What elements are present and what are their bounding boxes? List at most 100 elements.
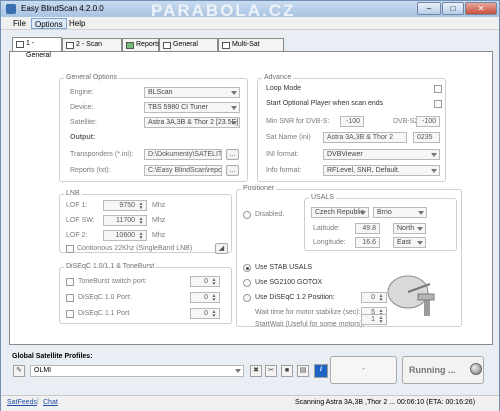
lof2-stepper[interactable]: 10600 ▲ ▼ (103, 230, 147, 241)
sat-name-input[interactable]: Astra 3A,3B & Thor 2 (323, 132, 407, 143)
chevron-down-icon (431, 153, 437, 157)
continuous-22khz-label: Contionous 22Khz (SingleBand LNB) (77, 245, 193, 252)
browse-transponders-button[interactable]: ... (226, 149, 239, 160)
continuous-22khz-checkbox[interactable] (66, 245, 74, 253)
report-icon (163, 42, 171, 49)
satellite-label: Satellite: (70, 119, 97, 126)
bottom-bar: Global Satellite Profiles: ✎ OLMI ✖ ✂ ■ … (1, 350, 499, 395)
lnb-settings-button[interactable]: ◢ (215, 243, 228, 254)
country-select[interactable]: Czech Republic (311, 207, 369, 218)
lof1-stepper[interactable]: 9750 ▲ ▼ (103, 200, 147, 211)
use-stab-radio[interactable] (243, 264, 251, 272)
info-button[interactable]: i (314, 364, 328, 378)
chat-link[interactable]: Chat (43, 399, 58, 406)
toneburst-stepper[interactable]: 0 ▲ ▼ (190, 276, 220, 287)
disabled-label: Disabled. (255, 211, 285, 218)
latitude-label: Latitude: (313, 225, 340, 232)
latitude-input[interactable]: 49.8 (355, 223, 380, 234)
profiles-label: Global Satellite Profiles: (12, 353, 93, 360)
sat-name-label: Sat Name (ini) (266, 134, 311, 141)
browse-reports-button[interactable]: ... (226, 165, 239, 176)
use-sg2100-radio[interactable] (243, 279, 251, 287)
device-select[interactable]: TBS 5980 CI Tuner (144, 102, 240, 113)
reports-path[interactable]: C:\Easy BlindScan\reports\ (144, 165, 222, 176)
ini-format-select[interactable]: DVBViewer (323, 149, 440, 160)
lat-dir-select[interactable]: North (393, 223, 426, 234)
edit-profile-button[interactable]: ✎ (13, 365, 25, 377)
longitude-input[interactable]: 16.6 (355, 237, 380, 248)
satellite-dish-icon (387, 275, 435, 316)
diseqc12-value: 0 (371, 294, 375, 301)
main-window: Easy BlindScan 4.2.0.0 PARABOLA.CZ – □ ✕… (0, 0, 500, 411)
menu-file[interactable]: File (10, 18, 29, 29)
status-separator: | (37, 398, 39, 405)
delete-profile-button[interactable]: ✖ (250, 365, 262, 377)
country-value: Czech Republic (315, 209, 365, 216)
open-profile-button[interactable]: ▤ (297, 365, 309, 377)
sat-code-input[interactable]: 0235 (413, 132, 440, 143)
range-icon (66, 42, 74, 49)
lof1-value: 9750 (119, 202, 135, 209)
info-format-value: RFLevel, SNR, Default. (327, 167, 400, 174)
spin-arrows-icon: ▲▼ (138, 201, 144, 211)
diseqc11-stepper[interactable]: 0 ▲ ▼ (190, 308, 220, 319)
diseqc10-stepper[interactable]: 0 ▲ ▼ (190, 292, 220, 303)
info-format-label: Info format: (266, 167, 302, 174)
group-title: Advance (262, 74, 294, 81)
loop-mode-label: Loop Mode (266, 85, 302, 92)
close-button[interactable]: ✕ (465, 2, 497, 15)
engine-value: BLScan (148, 89, 173, 96)
tab-reports[interactable]: Reports (122, 38, 161, 51)
tools-icon: ✂ (268, 367, 274, 374)
tab-multi-sat-scanner[interactable]: Multi-Sat Scanner (218, 38, 284, 60)
lon-dir-select[interactable]: East (393, 237, 426, 248)
lnb-group: LNB LOF 1: 9750 ▲ ▼ Mhz LOF SW: 11700 ▲ ▼ Mh… (59, 190, 232, 254)
city-select[interactable]: Brno (373, 207, 427, 218)
chevron-down-icon (417, 241, 423, 245)
diseqc11-checkbox[interactable] (66, 310, 74, 318)
chevron-down-icon (235, 369, 241, 373)
info-format-select[interactable]: RFLevel, SNR, Default. (323, 165, 440, 176)
chevron-down-icon (417, 227, 423, 231)
title-bar: Easy BlindScan 4.2.0.0 PARABOLA.CZ – □ ✕ (1, 1, 499, 20)
maximize-button[interactable]: □ (442, 2, 464, 15)
satellite-select[interactable]: Astra 3A,3B & Thor 2 [23.5E] (144, 117, 240, 128)
transponders-path[interactable]: D:\Dokumenty\SATELIT\T (144, 149, 222, 160)
tab-general-report[interactable]: General report (159, 38, 218, 60)
start-scan-button[interactable]: - (330, 356, 397, 384)
lof1-label: LOF 1: (66, 202, 88, 209)
lofsw-stepper[interactable]: 11700 ▲ ▼ (103, 215, 147, 226)
satfeeds-link[interactable]: SatFeeds (7, 399, 37, 406)
unit-label: Mhz (152, 202, 166, 209)
general-options-group: General Options Engine: BLScan Device: T… (59, 74, 248, 182)
tools-button[interactable]: ✂ (265, 365, 277, 377)
usals-group: USALS Czech Republic Brno Latitude: 49.8… (304, 194, 457, 251)
menu-help[interactable]: Help (66, 18, 88, 29)
save-icon: ■ (284, 367, 290, 374)
lofsw-label: LOF SW: (66, 217, 95, 224)
diseqc10-checkbox[interactable] (66, 294, 74, 302)
status-bar: SatFeeds | Chat Scanning Astra 3A,3B ,Th… (1, 395, 499, 411)
min-snr-dvbs2-input[interactable]: -100 (416, 116, 440, 127)
disabled-radio[interactable] (243, 211, 251, 219)
chevron-down-icon (231, 91, 237, 95)
longitude-label: Longitude: (313, 239, 346, 246)
min-snr-label: Min SNR for DVB-S: (266, 118, 330, 125)
save-profile-button[interactable]: ■ (281, 365, 293, 377)
toneburst-checkbox[interactable] (66, 278, 74, 286)
startwait-value: 1 (371, 316, 375, 323)
min-snr-dvbs-input[interactable]: -100 (340, 116, 364, 127)
diseqc-group: DiSEqC 1.0/1.1 & ToneBurst ToneBurst swi… (59, 263, 232, 324)
tab-scan-range[interactable]: 2 - Scan range (62, 38, 122, 60)
loop-mode-checkbox[interactable] (434, 85, 442, 93)
profile-select[interactable]: OLMI (30, 365, 244, 377)
use-diseqc12-radio[interactable] (243, 294, 251, 302)
device-label: Device: (70, 104, 94, 111)
minimize-button[interactable]: – (417, 2, 441, 15)
menu-options[interactable]: Options (31, 18, 67, 29)
start-player-checkbox[interactable] (434, 100, 442, 108)
tab-label: Reports (136, 41, 161, 48)
tab-general[interactable]: 1 - General (12, 37, 62, 59)
scan-status-text: Scanning Astra 3A,3B ,Thor 2 ... 00:06:1… (295, 399, 476, 406)
engine-select[interactable]: BLScan (144, 87, 240, 98)
